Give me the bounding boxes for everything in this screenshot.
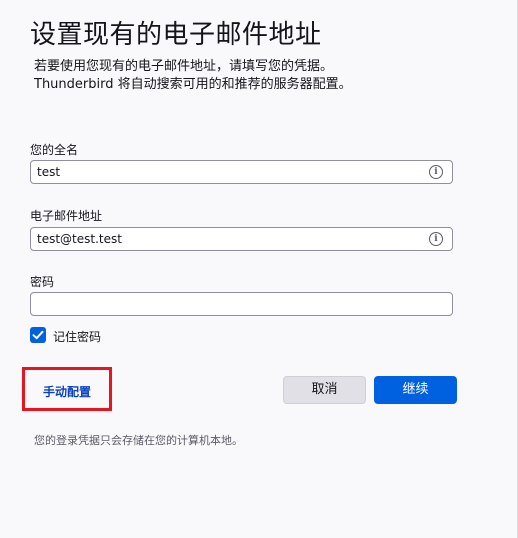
page-title: 设置现有的电子邮件地址 — [30, 20, 322, 50]
cancel-button[interactable]: 取消 — [283, 376, 366, 404]
subtitle-line-1: 若要使用您现有的电子邮件地址，请填写您的凭据。 — [34, 59, 334, 74]
continue-button[interactable]: 继续 — [374, 376, 457, 404]
password-label: 密码 — [30, 275, 55, 289]
info-icon[interactable]: i — [429, 232, 443, 246]
subtitle-line-2: Thunderbird 将自动搜索可用的和推荐的服务器配置。 — [34, 77, 352, 92]
info-icon[interactable]: i — [429, 165, 443, 179]
email-value: test@test.test — [37, 232, 122, 246]
full-name-field[interactable]: test i — [30, 160, 453, 184]
email-field[interactable]: test@test.test i — [30, 227, 453, 251]
page-subtitle: 若要使用您现有的电子邮件地址，请填写您的凭据。 Thunderbird 将自动搜… — [34, 58, 352, 94]
manual-config-button[interactable]: 手动配置 — [22, 367, 112, 411]
credentials-footnote: 您的登录凭据只会存储在您的计算机本地。 — [34, 434, 243, 447]
remember-password-checkbox[interactable] — [30, 327, 46, 343]
password-field[interactable] — [30, 292, 453, 316]
remember-password-label: 记住密码 — [53, 330, 102, 344]
email-label: 电子邮件地址 — [30, 209, 103, 223]
full-name-value: test — [37, 165, 61, 179]
manual-config-label: 手动配置 — [42, 385, 91, 399]
checkmark-icon — [32, 330, 44, 340]
full-name-label: 您的全名 — [30, 143, 79, 157]
